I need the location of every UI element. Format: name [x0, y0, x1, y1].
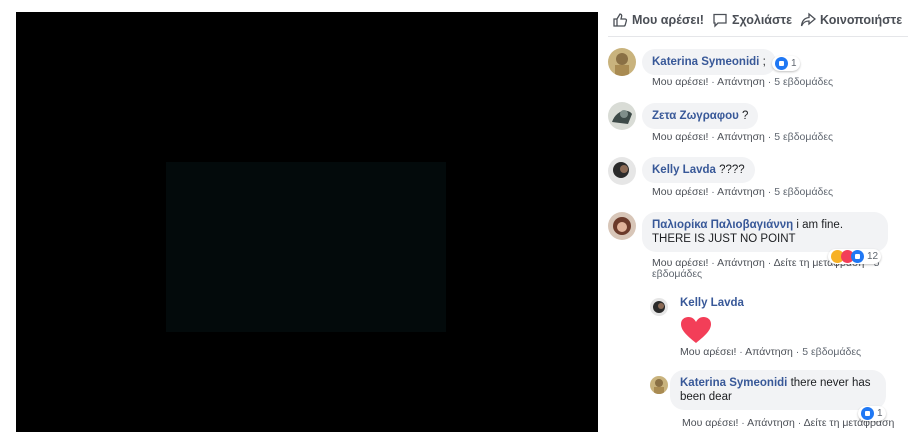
reply-text-line1: there never has — [790, 377, 871, 389]
share-action-button[interactable]: Κοινοποιήστε — [800, 12, 902, 28]
comment-bubble: Παλιορίκα Παλιοβαγιάννη i am fine. THERE… — [642, 212, 888, 252]
avatar[interactable] — [650, 376, 668, 394]
comment-time[interactable]: 5 εβδομάδες — [774, 76, 833, 88]
comment-meta: Μου αρέσει! · Απάντηση · 5 εβδομάδες — [652, 76, 834, 88]
comments-panel: Μου αρέσει! Σχολιάστε Κοινοποιήστε Kater… — [598, 0, 916, 443]
reply-link[interactable]: Απάντηση — [717, 76, 765, 88]
comment-time[interactable]: 5 εβδομάδες — [774, 186, 833, 198]
reply-link[interactable]: Απάντηση — [717, 257, 765, 269]
avatar[interactable] — [650, 298, 668, 316]
reply-author[interactable]: Katerina Symeonidi — [680, 377, 787, 389]
comment-time-unit[interactable]: εβδομάδες — [652, 268, 702, 280]
comment-bubble-icon — [713, 13, 727, 28]
heart-sticker — [680, 316, 712, 349]
reaction-badge[interactable]: 1 — [772, 56, 800, 71]
like-action-button[interactable]: Μου αρέσει! — [612, 12, 704, 28]
comment-meta: Μου αρέσει! · Απάντηση · 5 εβδομάδες — [652, 131, 834, 143]
share-arrow-icon — [800, 12, 817, 27]
like-link[interactable]: Μου αρέσει! — [682, 417, 738, 429]
reaction-badge[interactable]: 1 — [858, 406, 886, 421]
comment-author[interactable]: Παλιορίκα Παλιοβαγιάννη — [652, 219, 793, 231]
comment-author[interactable]: Ζετα Ζωγραφου — [652, 110, 739, 122]
comment-bubble: Ζετα Ζωγραφου ? — [642, 103, 759, 129]
comment-text: ? — [742, 110, 749, 122]
reply-author[interactable]: Kelly Lavda — [680, 297, 744, 309]
comment-time[interactable]: 5 εβδομάδες — [774, 131, 833, 143]
comment-author[interactable]: Kelly Lavda — [652, 164, 716, 176]
reply-time[interactable]: 5 εβδομάδες — [802, 346, 861, 358]
comment-bubble: Kelly Lavda ???? — [642, 157, 755, 183]
avatar[interactable] — [608, 102, 636, 130]
reply-link[interactable]: Απάντηση — [747, 417, 795, 429]
reaction-count: 12 — [867, 251, 879, 262]
comment-bubble: Katerina Symeonidi ; — [642, 49, 776, 75]
reply-link[interactable]: Απάντηση — [717, 186, 765, 198]
video-player[interactable] — [16, 12, 598, 432]
divider — [608, 36, 908, 37]
like-reaction-icon — [851, 250, 864, 263]
reply-text-line2: been dear — [680, 391, 732, 403]
heart-icon — [681, 317, 711, 343]
comment-action-label: Σχολιάστε — [731, 13, 793, 27]
reply-link[interactable]: Απάντηση — [717, 131, 765, 143]
reply-bubble: Katerina Symeonidi there never has been … — [670, 370, 886, 410]
post-actions-bar: Μου αρέσει! Σχολιάστε Κοινοποιήστε — [612, 10, 910, 30]
like-link[interactable]: Μου αρέσει! — [652, 131, 708, 143]
avatar[interactable] — [608, 157, 636, 185]
like-reaction-icon — [861, 407, 874, 420]
comment-text-line2: THERE IS JUST NO POINT — [652, 233, 796, 245]
like-action-label: Μου αρέσει! — [632, 13, 704, 27]
comment-author[interactable]: Katerina Symeonidi — [652, 56, 759, 68]
like-reaction-icon — [775, 57, 788, 70]
comment-text: ; — [762, 56, 766, 68]
comment-meta: Μου αρέσει! · Απάντηση · 5 εβδομάδες — [652, 186, 834, 198]
avatar[interactable] — [608, 48, 636, 76]
comment-text: ???? — [719, 164, 745, 176]
comment-text-line1: i am fine. — [796, 219, 844, 231]
reply-link[interactable]: Απάντηση — [745, 346, 793, 358]
share-action-label: Κοινοποιήστε — [820, 13, 903, 27]
reaction-count: 1 — [791, 58, 797, 69]
like-link[interactable]: Μου αρέσει! — [652, 186, 708, 198]
like-link[interactable]: Μου αρέσει! — [680, 346, 736, 358]
comment-action-button[interactable]: Σχολιάστε — [712, 12, 792, 28]
video-frame — [166, 162, 446, 332]
reply-author-row: Kelly Lavda — [680, 297, 744, 309]
reaction-count: 1 — [877, 408, 883, 419]
like-link[interactable]: Μου αρέσει! — [652, 76, 708, 88]
reaction-badge[interactable]: 12 — [828, 249, 882, 264]
avatar[interactable] — [608, 212, 636, 240]
thumbs-up-icon — [613, 13, 628, 27]
reply-meta: Μου αρέσει! · Απάντηση · 5 εβδομάδες — [680, 346, 862, 358]
